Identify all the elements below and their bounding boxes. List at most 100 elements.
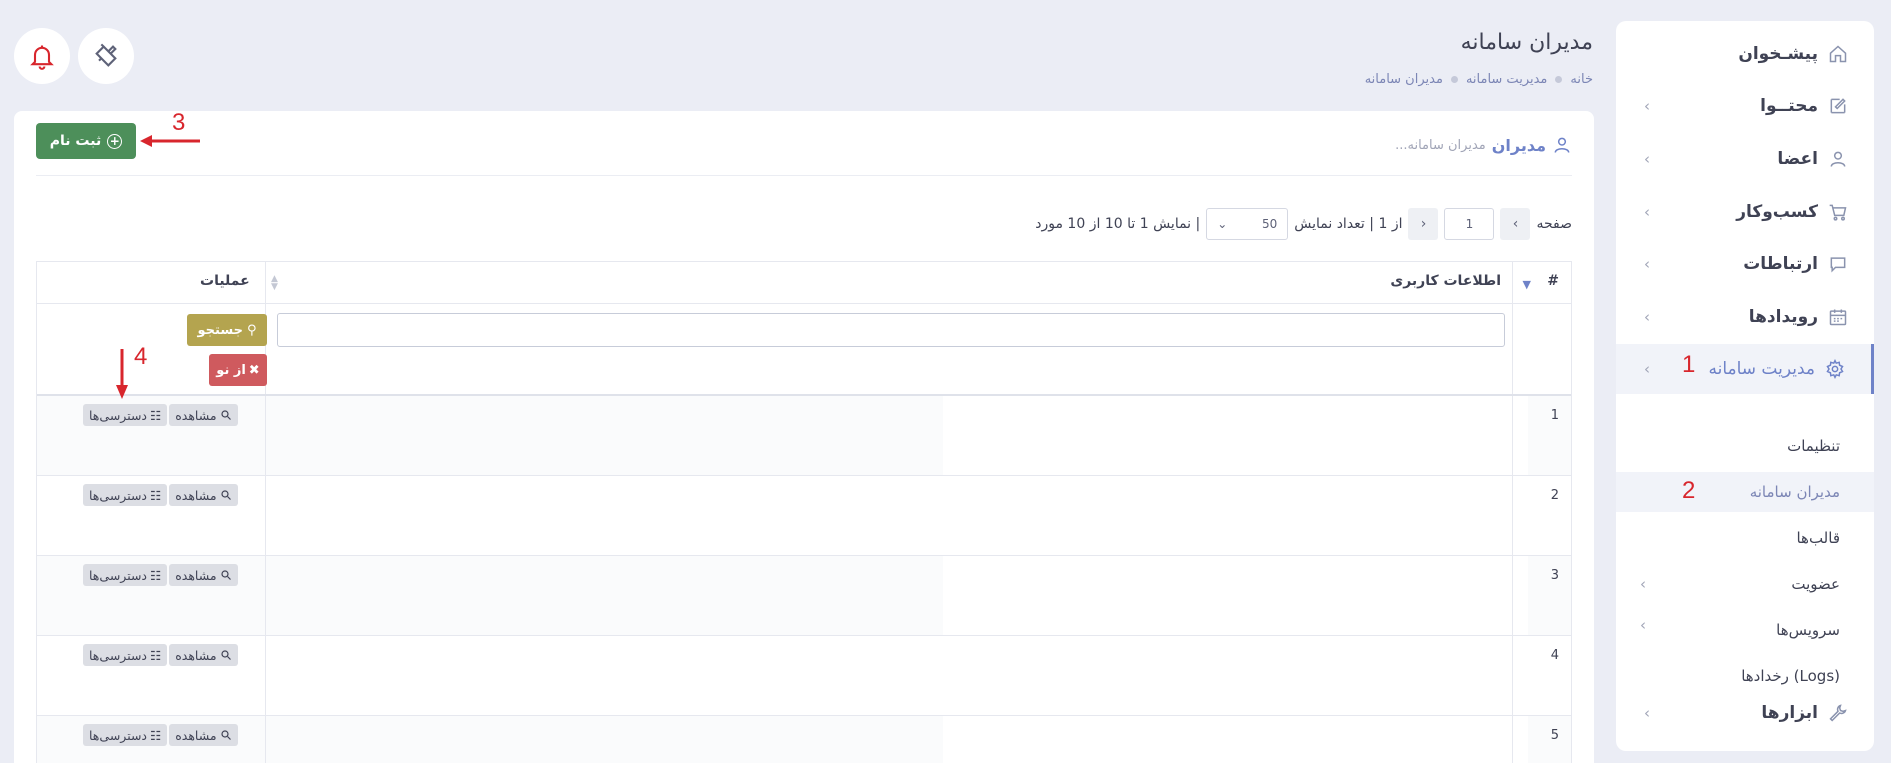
page-of-label: از 1 | تعداد نمایش bbox=[1294, 216, 1403, 232]
search-button-label: جستجو bbox=[197, 322, 243, 338]
column-header-user-info[interactable]: اطلاعات کاربری bbox=[1390, 273, 1501, 289]
view-button[interactable]: مشاهده bbox=[169, 484, 238, 506]
sidebar-item-tools[interactable]: ‹ ابزارها bbox=[1616, 688, 1874, 738]
home-icon bbox=[1826, 42, 1850, 66]
access-button[interactable]: ☷ دسترسی‌ها bbox=[83, 484, 168, 506]
table-row: 1 ☷ دسترسی‌ها مشاهده bbox=[37, 396, 1571, 476]
close-icon: ✖ bbox=[248, 362, 260, 378]
annotation-number: 1 bbox=[1682, 351, 1696, 378]
sidebar-item-label: اعضا bbox=[1777, 149, 1818, 169]
edit-icon bbox=[1826, 94, 1850, 118]
sidebar-subitem-label: رخدادها (Logs) bbox=[1741, 667, 1840, 685]
row-number: 3 bbox=[1550, 568, 1559, 583]
view-button[interactable]: مشاهده bbox=[169, 404, 238, 426]
card-subtitle: مدیران سامانه... bbox=[1395, 137, 1486, 153]
chevron-down-icon: ‹ bbox=[1644, 360, 1650, 378]
search-icon bbox=[220, 730, 231, 740]
table-row: 4 ☷ دسترسی‌ها مشاهده bbox=[37, 636, 1571, 716]
register-button[interactable]: + ثبت نام bbox=[36, 123, 136, 159]
records-summary: | نمایش 1 تا 10 از 10 مورد bbox=[1035, 216, 1201, 232]
sidebar-item-content[interactable]: ‹ محتــوا bbox=[1616, 81, 1874, 131]
sidebar-subitem-system-admins[interactable]: مدیران سامانه bbox=[1616, 472, 1874, 512]
plus-circle-icon: + bbox=[107, 133, 123, 149]
sidebar-subitem-membership[interactable]: ‹ عضویت bbox=[1616, 564, 1874, 604]
admins-table: # ▼ اطلاعات کاربری عملیات ▲ ▼ ⚲ جستجو ✖ ا… bbox=[36, 261, 1572, 763]
user-shield-icon bbox=[1554, 137, 1570, 153]
sidebar-subitem-settings[interactable]: تنظیمات bbox=[1616, 426, 1874, 466]
view-button[interactable]: مشاهده bbox=[169, 644, 238, 666]
sidebar-item-events[interactable]: ‹ رویدادها bbox=[1616, 292, 1874, 342]
row-actions: ☷ دسترسی‌ها مشاهده bbox=[83, 484, 238, 506]
view-button[interactable]: مشاهده bbox=[169, 564, 238, 586]
sidebar-subitem-label: مدیران سامانه bbox=[1749, 483, 1840, 501]
reset-button[interactable]: ✖ از نو bbox=[209, 354, 267, 386]
breadcrumb-separator bbox=[1555, 76, 1563, 83]
gear-icon bbox=[1823, 357, 1847, 381]
sidebar-subitem-templates[interactable]: قالب‌ها bbox=[1616, 518, 1874, 558]
access-button[interactable]: ☷ دسترسی‌ها bbox=[83, 564, 168, 586]
pagination: صفحه › ‹ از 1 | تعداد نمایش ⌄ 50 | نمایش… bbox=[1035, 207, 1572, 241]
view-button-label: مشاهده bbox=[175, 647, 217, 663]
access-button[interactable]: ☷ دسترسی‌ها bbox=[83, 644, 168, 666]
admins-card: مدیران مدیران سامانه... + ثبت نام صفحه ›… bbox=[14, 111, 1594, 763]
page-number-input[interactable] bbox=[1444, 208, 1495, 240]
list-icon: ☷ bbox=[150, 487, 162, 503]
sort-desc-icon[interactable]: ▼ bbox=[1523, 278, 1531, 291]
users-icon bbox=[1826, 147, 1850, 171]
annotation-number: 2 bbox=[1682, 477, 1696, 504]
wrench-icon bbox=[1826, 701, 1850, 725]
page-size-value: 50 bbox=[1261, 217, 1278, 231]
notifications-button[interactable] bbox=[14, 28, 70, 84]
sidebar-item-communications[interactable]: ‹ ارتباطات bbox=[1616, 239, 1874, 289]
sidebar-item-dashboard[interactable]: پیشـخوان bbox=[1616, 29, 1874, 79]
list-icon: ☷ bbox=[150, 647, 162, 663]
chevron-left-icon: ‹ bbox=[1644, 255, 1650, 273]
access-button-label: دسترسی‌ها bbox=[89, 407, 148, 423]
breadcrumb-system-management[interactable]: مدیریت سامانه bbox=[1466, 72, 1547, 87]
chevron-left-icon: ‹ bbox=[1644, 150, 1650, 168]
register-button-label: ثبت نام bbox=[49, 133, 102, 149]
table-row: 3 ☷ دسترسی‌ها مشاهده bbox=[37, 556, 1571, 636]
page-size-select[interactable]: ⌄ 50 bbox=[1206, 208, 1289, 240]
redacted-area bbox=[943, 716, 1528, 763]
list-icon: ☷ bbox=[150, 407, 162, 423]
user-info-filter-input[interactable] bbox=[277, 313, 1505, 347]
redacted-area bbox=[943, 396, 1528, 475]
access-button-label: دسترسی‌ها bbox=[89, 567, 148, 583]
search-button[interactable]: ⚲ جستجو bbox=[187, 314, 267, 346]
sidebar-subitem-label: سرویس‌ها bbox=[1776, 621, 1840, 639]
sort-icon[interactable]: ▲ ▼ bbox=[271, 275, 278, 292]
breadcrumb-current: مدیران سامانه bbox=[1364, 72, 1443, 87]
view-button-label: مشاهده bbox=[175, 487, 217, 503]
sidebar-subitem-services[interactable]: ‹ سرویس‌ها bbox=[1616, 610, 1874, 650]
sidebar-item-system-management[interactable]: ‹ مدیریت سامانه bbox=[1616, 344, 1874, 394]
sidebar-item-business[interactable]: ‹ کسب‌وکار bbox=[1616, 187, 1874, 237]
chevron-left-icon: ‹ bbox=[1644, 203, 1650, 221]
sidebar: پیشـخوان ‹ محتــوا ‹ اعضا ‹ کسب‌وکار ‹ ا… bbox=[1616, 21, 1874, 751]
cart-icon bbox=[1826, 200, 1850, 224]
sidebar-item-label: ابزارها bbox=[1761, 703, 1818, 723]
prev-page-button[interactable]: › bbox=[1500, 208, 1531, 240]
sidebar-item-label: محتــوا bbox=[1760, 96, 1818, 116]
chevron-left-icon: ‹ bbox=[1644, 308, 1650, 326]
access-button[interactable]: ☷ دسترسی‌ها bbox=[83, 404, 168, 426]
next-page-button[interactable]: ‹ bbox=[1408, 208, 1439, 240]
redacted-area bbox=[943, 556, 1528, 635]
redacted-area bbox=[943, 636, 1528, 715]
theme-button[interactable] bbox=[78, 28, 134, 84]
breadcrumb: خانه مدیریت سامانه مدیران سامانه bbox=[1365, 72, 1593, 87]
sidebar-subitem-label: تنظیمات bbox=[1787, 437, 1840, 455]
row-number: 2 bbox=[1550, 488, 1559, 503]
access-button-label: دسترسی‌ها bbox=[89, 647, 148, 663]
sidebar-item-label: پیشـخوان bbox=[1738, 44, 1818, 64]
access-button-label: دسترسی‌ها bbox=[89, 727, 148, 743]
sidebar-item-members[interactable]: ‹ اعضا bbox=[1616, 134, 1874, 184]
search-icon bbox=[220, 490, 231, 500]
divider bbox=[36, 175, 1572, 176]
view-button[interactable]: مشاهده bbox=[169, 724, 238, 746]
column-header-number: # bbox=[1547, 273, 1559, 289]
list-icon: ☷ bbox=[150, 567, 162, 583]
breadcrumb-home[interactable]: خانه bbox=[1570, 72, 1593, 87]
access-button[interactable]: ☷ دسترسی‌ها bbox=[83, 724, 168, 746]
chevron-left-icon: ‹ bbox=[1644, 97, 1650, 115]
